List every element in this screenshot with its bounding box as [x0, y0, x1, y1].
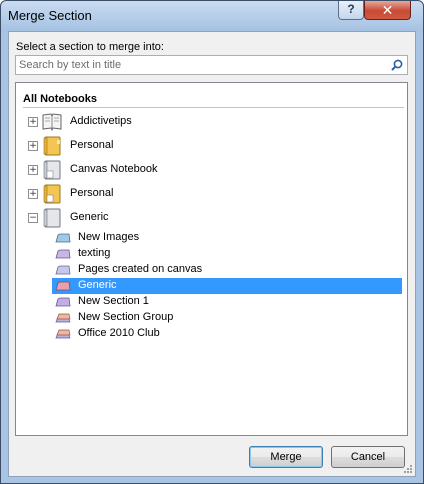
section-item[interactable]: texting: [52, 246, 402, 262]
yellow-notebook-icon: [43, 136, 61, 156]
notebook-label: Personal: [70, 139, 114, 151]
notebook-item[interactable]: + Addictivetips: [16, 111, 406, 133]
section-item[interactable]: New Images: [52, 230, 402, 246]
section-tab-icon: [55, 281, 71, 291]
gray-notebook-icon: [43, 160, 61, 180]
title-bar[interactable]: Merge Section ? ✕: [1, 1, 423, 31]
section-tab-icon: [55, 297, 71, 307]
notebook-label: Canvas Notebook: [70, 163, 158, 175]
notebook-item[interactable]: + Personal: [16, 183, 406, 205]
expand-icon[interactable]: +: [28, 117, 38, 127]
section-label: New Section Group: [78, 311, 174, 323]
search-icon[interactable]: [391, 59, 403, 71]
all-notebooks-header: All Notebooks: [23, 93, 97, 105]
section-tab-icon: [55, 265, 71, 275]
yellow-notebook-icon: [43, 184, 61, 204]
expand-icon[interactable]: +: [28, 141, 38, 151]
section-label: New Images: [78, 231, 140, 243]
section-label: Pages created on canvas: [78, 263, 203, 275]
help-button[interactable]: ?: [338, 1, 364, 20]
gray-notebook-icon: [43, 208, 61, 228]
section-group-item[interactable]: Office 2010 Club: [52, 326, 402, 342]
window-title: Merge Section: [8, 8, 92, 23]
merge-button[interactable]: Merge: [249, 446, 323, 468]
button-bar: Merge Cancel: [9, 436, 415, 476]
merge-section-dialog: Merge Section ? ✕ Select a section to me…: [0, 0, 424, 484]
section-group-item[interactable]: New Section Group: [52, 310, 402, 326]
section-label: Office 2010 Club: [78, 327, 160, 339]
section-tab-icon: [55, 249, 71, 259]
dialog-body: Select a section to merge into: Search b…: [8, 31, 416, 477]
section-group-icon: [55, 329, 71, 339]
notebook-tree[interactable]: All Notebooks + Addictivetips + Personal…: [15, 82, 408, 436]
section-item[interactable]: New Section 1: [52, 294, 402, 310]
notebook-label: Personal: [70, 187, 114, 199]
notebook-label: Generic: [70, 211, 109, 223]
notebook-item[interactable]: − Generic: [16, 207, 406, 229]
close-button[interactable]: ✕: [364, 1, 411, 20]
section-group-icon: [55, 313, 71, 323]
search-input[interactable]: Search by text in title: [15, 55, 408, 75]
header-divider: [23, 107, 404, 108]
notebook-item[interactable]: + Canvas Notebook: [16, 159, 406, 181]
open-book-icon: [42, 113, 62, 132]
expand-icon[interactable]: +: [28, 165, 38, 175]
section-tab-icon: [55, 233, 71, 243]
section-label: New Section 1: [78, 295, 149, 307]
collapse-icon[interactable]: −: [28, 213, 38, 223]
section-label: Generic: [78, 279, 117, 291]
prompt-label: Select a section to merge into:: [16, 41, 164, 53]
resize-grip-icon[interactable]: [403, 464, 413, 474]
search-placeholder: Search by text in title: [19, 59, 122, 71]
notebook-item[interactable]: + Personal: [16, 135, 406, 157]
section-item[interactable]: Pages created on canvas: [52, 262, 402, 278]
section-label: texting: [78, 247, 111, 259]
cancel-button[interactable]: Cancel: [331, 446, 405, 468]
section-item-selected[interactable]: Generic: [52, 278, 402, 294]
notebook-label: Addictivetips: [70, 115, 132, 127]
expand-icon[interactable]: +: [28, 189, 38, 199]
